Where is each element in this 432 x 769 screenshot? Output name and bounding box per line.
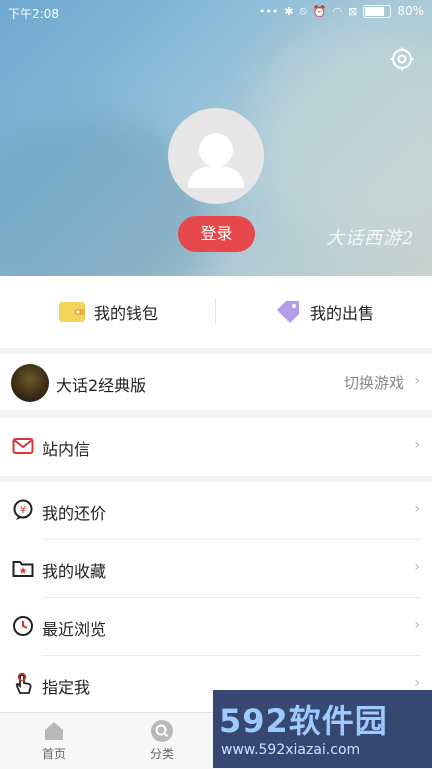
tab-label: 分类 xyxy=(149,747,174,761)
switch-game-link[interactable]: 切换游戏 xyxy=(344,372,404,393)
settings-button[interactable] xyxy=(389,46,415,72)
game-logo: 大话西游2 xyxy=(326,228,415,249)
game-name: 大话2经典版 xyxy=(56,376,147,395)
my-sales-button[interactable]: 我的出售 xyxy=(274,276,374,348)
my-wallet-label: 我的钱包 xyxy=(94,304,159,323)
site-watermark-name: 592软件园 xyxy=(219,702,388,740)
site-watermark: 592软件园 www.592xiazai.com xyxy=(213,690,432,768)
battery-percent: 80% xyxy=(397,4,424,18)
chevron-right-icon: › xyxy=(414,373,420,389)
menu-item-favorites[interactable]: 我的收藏 › xyxy=(0,540,432,598)
my-sales-label: 我的出售 xyxy=(310,304,375,323)
status-icons: ••• ✱ ⦸ ⏰ ◠ ⊠ 80% xyxy=(259,4,424,18)
home-icon xyxy=(45,722,63,740)
menu-item-bargain[interactable]: ¥ 我的还价 › xyxy=(0,482,432,540)
status-time: 下午2:08 xyxy=(8,7,59,21)
divider xyxy=(215,298,216,324)
chevron-right-icon: › xyxy=(414,559,420,575)
tab-category[interactable]: 分类 xyxy=(122,719,202,762)
menu-item-inbox[interactable]: 站内信 › xyxy=(0,418,432,476)
avatar[interactable] xyxy=(168,108,264,204)
mute-icon: ⦸ xyxy=(299,4,307,17)
sim-icon: ⊠ xyxy=(348,4,358,18)
price-tag-icon xyxy=(277,301,299,323)
battery-fill xyxy=(365,6,385,16)
menu-item-label: 我的还价 xyxy=(42,504,107,523)
wallet-sales-row: 我的钱包 我的出售 xyxy=(0,276,432,348)
tab-home[interactable]: 首页 xyxy=(14,719,94,762)
my-wallet-button[interactable]: 我的钱包 xyxy=(58,276,158,348)
status-bar: 下午2:08 ••• ✱ ⦸ ⏰ ◠ ⊠ 80% xyxy=(0,0,432,26)
menu-item-label: 站内信 xyxy=(42,440,91,459)
chevron-right-icon: › xyxy=(414,675,420,691)
folder-star-icon xyxy=(12,561,34,577)
bargain-icon: ¥ xyxy=(13,499,33,520)
bluetooth-icon: ✱ xyxy=(284,4,294,18)
search-icon xyxy=(151,720,173,742)
menu-item-label: 我的收藏 xyxy=(42,562,107,581)
chevron-right-icon: › xyxy=(414,501,420,517)
chevron-right-icon: › xyxy=(414,437,420,453)
menu-item-label: 指定我 xyxy=(42,678,91,697)
wallet-icon xyxy=(59,302,85,322)
gear-icon xyxy=(390,47,414,71)
game-avatar xyxy=(11,364,49,402)
login-button[interactable]: 登录 xyxy=(178,216,255,252)
menu-item-recent[interactable]: 最近浏览 › xyxy=(0,598,432,656)
clock-icon xyxy=(13,616,33,636)
alarm-icon: ⏰ xyxy=(312,4,327,18)
hand-pointer-icon xyxy=(15,673,32,694)
dots-icon: ••• xyxy=(258,4,279,18)
wifi-icon: ◠ xyxy=(332,4,343,18)
game-selector-row[interactable]: 大话2经典版 切换游戏 › xyxy=(0,354,432,410)
tab-label: 首页 xyxy=(41,747,66,761)
svg-text:¥: ¥ xyxy=(20,505,26,516)
site-watermark-url: www.592xiazai.com xyxy=(221,742,361,758)
battery-icon xyxy=(363,4,392,18)
menu-item-label: 最近浏览 xyxy=(42,620,107,639)
mail-icon xyxy=(12,438,34,454)
profile-header: 下午2:08 ••• ✱ ⦸ ⏰ ◠ ⊠ 80% 登录 大话西游2 xyxy=(0,0,432,276)
chevron-right-icon: › xyxy=(414,617,420,633)
user-placeholder-icon xyxy=(188,133,244,188)
